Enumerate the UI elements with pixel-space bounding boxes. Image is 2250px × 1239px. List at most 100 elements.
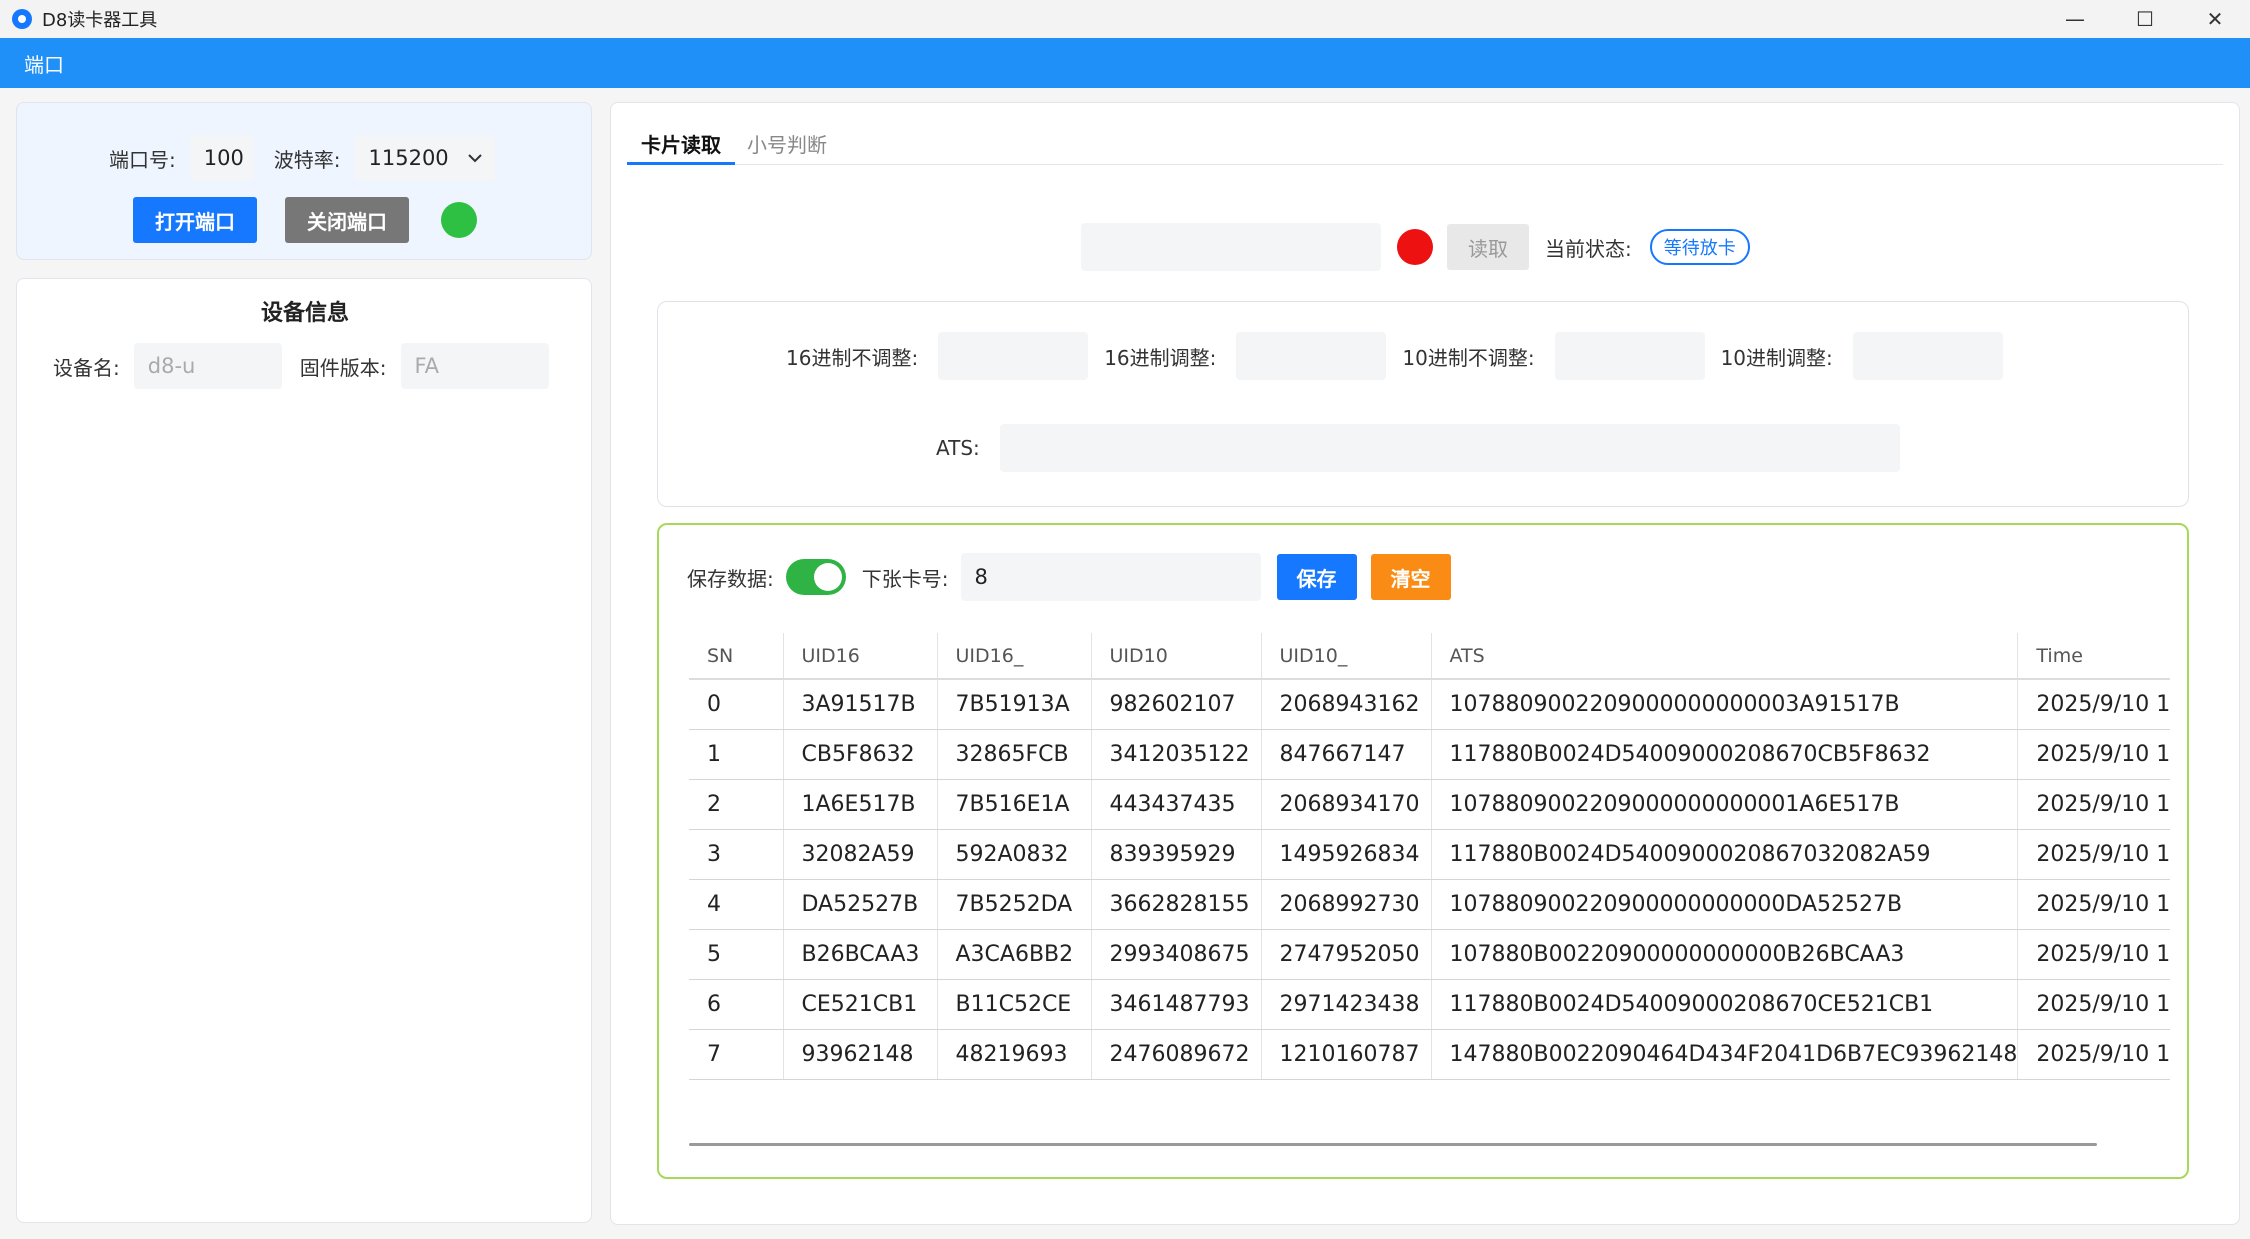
cell-time: 2025/9/10 1: [2017, 929, 2171, 980]
hex-adjusted-label: 16进制调整:: [1104, 345, 1217, 370]
save-button[interactable]: 保存: [1276, 554, 1357, 600]
save-data-toggle[interactable]: [785, 559, 846, 595]
cell-uid10: 3412035122: [1090, 729, 1261, 780]
cell-uid16-rev: B11C52CE: [936, 979, 1091, 1030]
chevron-down-icon: [467, 154, 482, 163]
cell-uid10: 982602107: [1090, 679, 1261, 730]
cell-uid16-rev: A3CA6BB2: [936, 929, 1091, 980]
cell-uid10-rev: 2068943162: [1260, 679, 1431, 730]
cell-time: 2025/9/10 1: [2017, 879, 2171, 930]
app-logo-icon: [12, 9, 32, 29]
cell-uid10-rev: 1495926834: [1260, 829, 1431, 880]
cell-time: 2025/9/10 1: [2017, 729, 2171, 780]
table-row[interactable]: 0 3A91517B 7B51913A 982602107 2068943162 1078…: [689, 679, 2171, 730]
table-row[interactable]: 5 B26BCAA3 A3CA6BB2 2993408675 2747952050 107…: [689, 929, 2171, 980]
port-number-input[interactable]: 100: [189, 135, 254, 181]
column-header-uid16[interactable]: UID16: [782, 633, 937, 680]
table-row[interactable]: 6 CE521CB1 B11C52CE 3461487793 2971423438 117…: [689, 979, 2171, 1030]
cell-uid16: CE521CB1: [782, 979, 937, 1030]
baud-rate-value: 115200: [368, 146, 449, 170]
ats-field[interactable]: [999, 424, 1900, 472]
cell-uid10: 3461487793: [1090, 979, 1261, 1030]
table-row[interactable]: 1 CB5F8632 32865FCB 3412035122 847667147 1178…: [689, 729, 2171, 780]
close-port-button[interactable]: 关闭端口: [285, 197, 409, 243]
cell-time: 2025/9/10 1: [2017, 1029, 2171, 1080]
menu-port[interactable]: 端口: [24, 49, 64, 78]
cell-ats: 1078809002209000000000001A6E517B: [1430, 779, 2018, 830]
cell-uid16: 32082A59: [782, 829, 937, 880]
cell-sn: 1: [689, 729, 783, 780]
cell-ats: 107880B00220900000000000B26BCAA3: [1430, 929, 2018, 980]
tab-bar: 卡片读取 小号判断: [627, 125, 2223, 165]
cell-uid10-rev: 2068934170: [1260, 779, 1431, 830]
read-status-indicator: [1397, 229, 1433, 265]
hex-adjusted-field[interactable]: [1236, 332, 1387, 380]
column-header-uid10[interactable]: UID10: [1090, 633, 1261, 680]
cell-uid16-rev: 7B5252DA: [936, 879, 1091, 930]
cell-uid10: 2476089672: [1090, 1029, 1261, 1080]
hex-raw-field[interactable]: [938, 332, 1089, 380]
cell-sn: 5: [689, 929, 783, 980]
hex-raw-label: 16进制不调整:: [786, 345, 919, 370]
port-panel: 端口号: 100 波特率: 115200 打开端口 关闭端口: [16, 102, 592, 260]
conversion-panel: 16进制不调整: 16进制调整: 10进制不调整: 10进制调整: ATS:: [657, 301, 2189, 507]
current-state-label: 当前状态:: [1545, 236, 1632, 261]
firmware-version-field[interactable]: FA: [400, 343, 549, 389]
baud-rate-select[interactable]: 115200: [354, 135, 495, 181]
cell-uid10-rev: 1210160787: [1260, 1029, 1431, 1080]
cell-ats: 1078809002209000000000003A91517B: [1430, 679, 2018, 730]
tab-small-check[interactable]: 小号判断: [747, 125, 827, 165]
cell-uid10-rev: 847667147: [1260, 729, 1431, 780]
table-row[interactable]: 7 93962148 48219693 2476089672 1210160787 147…: [689, 1029, 2171, 1080]
dec-raw-field[interactable]: [1554, 332, 1705, 380]
open-port-button[interactable]: 打开端口: [133, 197, 257, 243]
table-row[interactable]: 2 1A6E517B 7B516E1A 443437435 2068934170 1078…: [689, 779, 2171, 830]
cell-uid16: 1A6E517B: [782, 779, 937, 830]
column-header-time[interactable]: Time: [2017, 633, 2171, 680]
cell-ats: 147880B0022090464D434F2041D6B7EC93962148: [1430, 1029, 2018, 1080]
column-header-sn[interactable]: SN: [689, 633, 783, 680]
cell-sn: 2: [689, 779, 783, 830]
cell-uid16: CB5F8632: [782, 729, 937, 780]
card-data-table: SN UID16 UID16_ UID10 UID10_ ATS Time 0 3A91517…: [689, 633, 2171, 1080]
cell-uid10: 3662828155: [1090, 879, 1261, 930]
minimize-button[interactable]: —: [2040, 0, 2110, 38]
cell-uid16-rev: 32865FCB: [936, 729, 1091, 780]
window-title: D8读卡器工具: [42, 10, 158, 31]
cell-time: 2025/9/10 1: [2017, 979, 2171, 1030]
column-header-uid16-rev[interactable]: UID16_: [936, 633, 1091, 680]
window-controls: — ☐ ✕: [2040, 0, 2250, 38]
cell-ats: 117880B0024D54009000208670CB5F8632: [1430, 729, 2018, 780]
dec-adjusted-label: 10进制调整:: [1720, 345, 1833, 370]
horizontal-scrollbar[interactable]: [689, 1143, 2097, 1146]
cell-ats: 107880900220900000000000DA52527B: [1430, 879, 2018, 930]
table-row[interactable]: 4 DA52527B 7B5252DA 3662828155 2068992730 107…: [689, 879, 2171, 930]
read-button[interactable]: 读取: [1447, 224, 1529, 270]
table-row[interactable]: 3 32082A59 592A0832 839395929 1495926834 1178…: [689, 829, 2171, 880]
maximize-button[interactable]: ☐: [2110, 0, 2180, 38]
baud-rate-label: 波特率:: [273, 147, 341, 172]
ats-label: ATS:: [936, 436, 980, 460]
cell-uid16: 93962148: [782, 1029, 937, 1080]
column-header-ats[interactable]: ATS: [1430, 633, 2018, 680]
cell-uid16-rev: 48219693: [936, 1029, 1091, 1080]
cell-uid16: B26BCAA3: [782, 929, 937, 980]
cell-uid10-rev: 2747952050: [1260, 929, 1431, 980]
cell-sn: 7: [689, 1029, 783, 1080]
main-panel: 卡片读取 小号判断 读取 当前状态: 等待放卡 16进制不调整: 16进制调整:…: [610, 102, 2240, 1225]
clear-button[interactable]: 清空: [1370, 554, 1451, 600]
device-name-label: 设备名:: [53, 355, 120, 380]
cell-uid16: 3A91517B: [782, 679, 937, 730]
card-read-output[interactable]: [1081, 223, 1381, 271]
tab-card-read[interactable]: 卡片读取: [627, 125, 735, 165]
close-window-button[interactable]: ✕: [2180, 0, 2250, 38]
next-card-input[interactable]: 8: [960, 553, 1261, 601]
device-name-field[interactable]: d8-u: [133, 343, 282, 389]
port-status-indicator: [441, 202, 477, 238]
column-header-uid10-rev[interactable]: UID10_: [1260, 633, 1431, 680]
cell-ats: 117880B0024D5400900020867032082A59: [1430, 829, 2018, 880]
cell-time: 2025/9/10 1: [2017, 829, 2171, 880]
cell-sn: 3: [689, 829, 783, 880]
cell-uid10: 839395929: [1090, 829, 1261, 880]
dec-adjusted-field[interactable]: [1852, 332, 2003, 380]
